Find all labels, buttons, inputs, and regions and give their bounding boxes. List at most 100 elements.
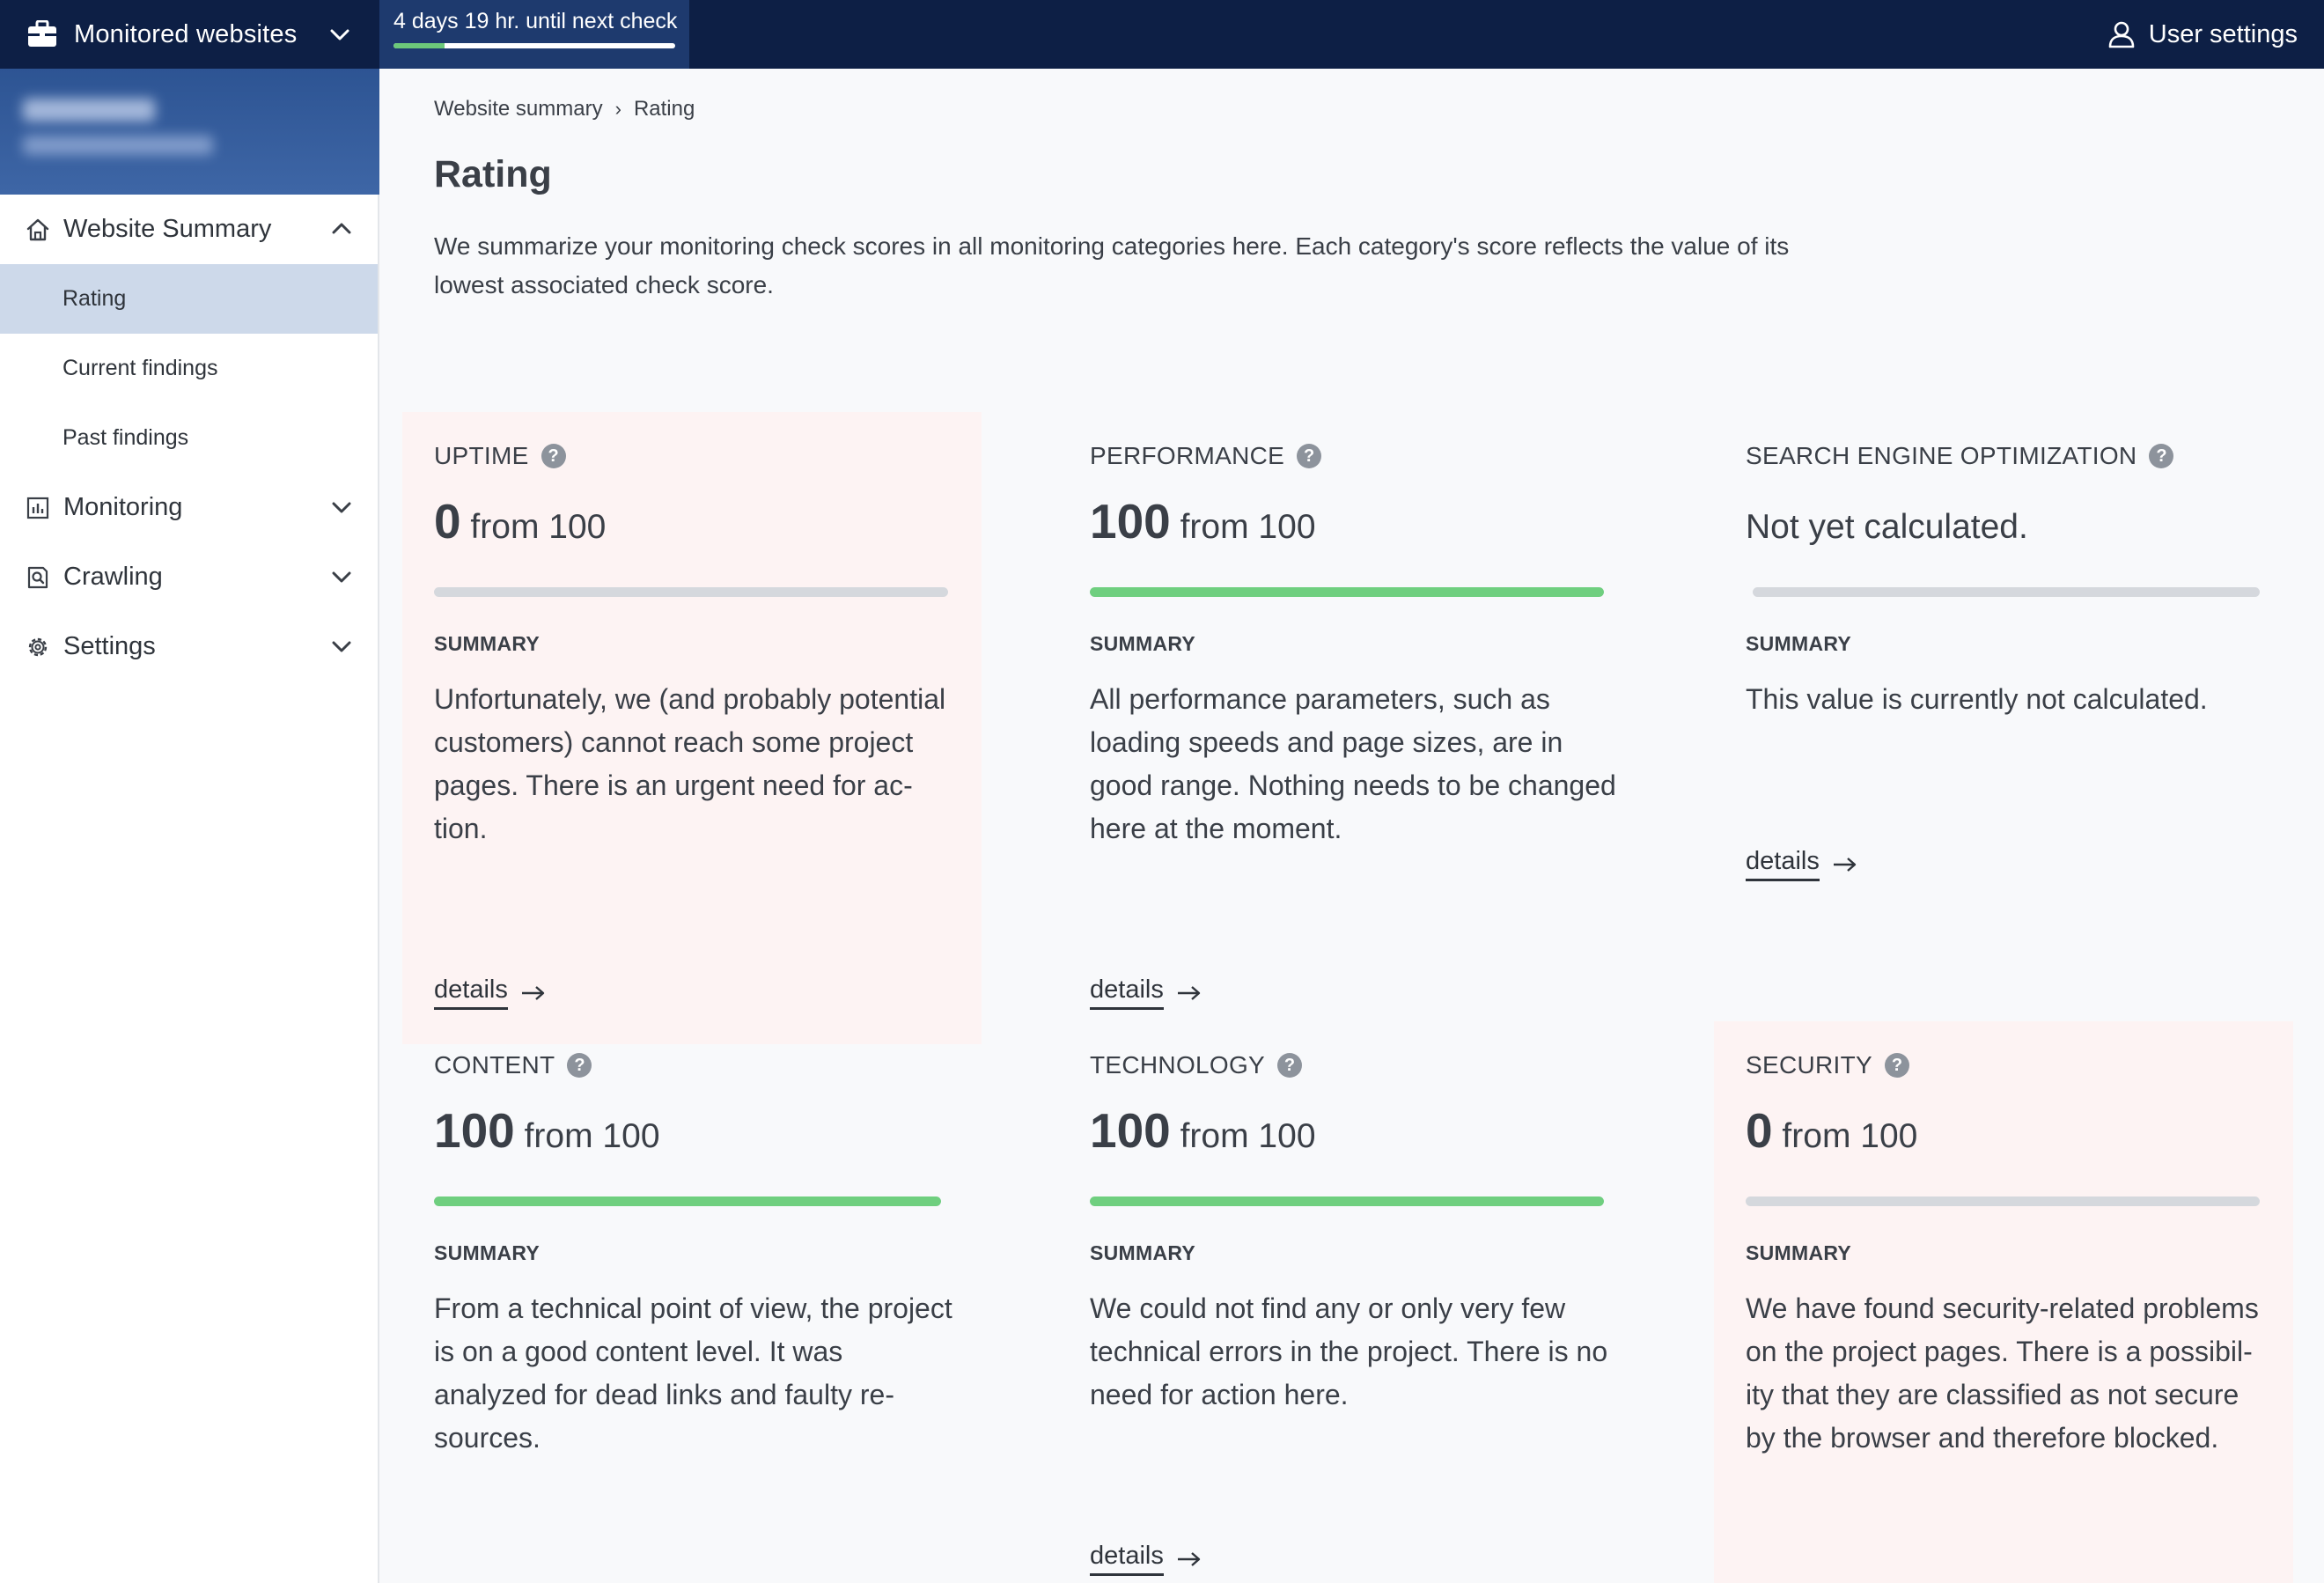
score-value: 100	[1090, 1103, 1171, 1158]
details-link[interactable]: details	[1090, 976, 1202, 1010]
website-name-redacted	[23, 99, 155, 121]
details-label: details	[1090, 1542, 1164, 1576]
sidebar-item-crawling[interactable]: Crawling	[0, 542, 378, 612]
search-page-icon	[25, 564, 51, 591]
details-label: details	[434, 976, 508, 1010]
next-check-progress-fill	[393, 43, 445, 48]
help-icon[interactable]: ?	[541, 444, 566, 468]
next-check-progress	[393, 43, 675, 48]
briefcase-icon	[26, 18, 58, 50]
score-progress-bar	[1090, 587, 1604, 597]
gear-icon	[25, 634, 51, 660]
score-progress-bar	[1746, 1196, 2260, 1206]
details-label: details	[1746, 847, 1820, 881]
website-header[interactable]	[0, 69, 379, 195]
chevron-down-icon	[332, 641, 351, 652]
sidebar-item-current-findings[interactable]: Current findings	[0, 334, 378, 403]
chart-icon	[25, 495, 51, 521]
sidebar-item-settings[interactable]: Settings	[0, 612, 378, 681]
card-title: SEARCH ENGINE OPTIMIZATION	[1746, 442, 2137, 469]
next-check-timer: 4 days 19 hr. until next check	[379, 0, 689, 69]
help-icon[interactable]: ?	[567, 1053, 592, 1078]
card-header: CONTENT ?	[434, 1051, 592, 1079]
rating-card-security: SECURITY ? 0 from 100 SUMMARY We have fo…	[1714, 1021, 2293, 1583]
score-value: 100	[1090, 494, 1171, 549]
sidebar-item-past-findings[interactable]: Past findings	[0, 403, 378, 473]
card-title: TECHNOLOGY	[1090, 1051, 1266, 1079]
app-switch-label: Monitored websites	[74, 19, 298, 48]
card-header: SEARCH ENGINE OPTIMIZATION ?	[1746, 442, 2174, 470]
score-progress-fill	[1090, 587, 1604, 597]
summary-text: We could not find any or only very few t…	[1090, 1292, 1608, 1410]
card-header: TECHNOLOGY ?	[1090, 1051, 1303, 1079]
score-suffix: from 100	[1170, 508, 1316, 546]
card-score: 100 from 100	[1090, 1102, 1316, 1159]
card-title: CONTENT	[434, 1051, 555, 1079]
score-progress-bar	[1090, 1196, 1604, 1206]
arrow-right-icon	[1177, 985, 1201, 1000]
help-icon[interactable]: ?	[1884, 1053, 1909, 1078]
card-title: PERFORMANCE	[1090, 442, 1285, 469]
sidebar: Website Summary Rating Current findings …	[0, 69, 379, 1583]
summary-label: SUMMARY	[434, 1241, 541, 1264]
next-check-text: 4 days 19 hr. until next check	[393, 9, 678, 33]
help-icon[interactable]: ?	[1277, 1053, 1303, 1078]
page-description: We summarize your monitoring check score…	[434, 232, 1790, 298]
summary-text: This value is currently not calculated.	[1746, 683, 2208, 715]
card-score: 0 from 100	[1746, 1102, 1917, 1159]
arrow-right-icon	[1833, 857, 1857, 872]
user-icon	[2108, 21, 2135, 48]
rating-card-performance: PERFORMANCE ? 100 from 100 SUMMARY All p…	[1058, 412, 1637, 1044]
user-settings-button[interactable]: User settings	[2107, 0, 2298, 69]
details-link[interactable]: details	[434, 976, 547, 1010]
website-url-redacted	[23, 136, 213, 155]
details-link[interactable]: details	[1090, 1542, 1202, 1576]
summary-label: SUMMARY	[1746, 632, 1852, 655]
card-title: UPTIME	[434, 442, 529, 469]
arrow-right-icon	[1177, 1551, 1201, 1566]
score-progress-fill	[434, 1196, 941, 1206]
score-suffix: Not yet calculated.	[1746, 508, 2028, 546]
chevron-down-icon	[332, 571, 351, 583]
score-progress-bar	[434, 1196, 941, 1206]
monitoring-label: Monitoring	[63, 493, 183, 521]
rating-card-technology: TECHNOLOGY ? 100 from 100 SUMMARY We cou…	[1058, 1021, 1637, 1583]
score-value: 0	[434, 494, 461, 549]
breadcrumb: Website summary › Rating	[434, 97, 695, 121]
chevron-down-icon	[332, 502, 351, 513]
sidebar-item-website-summary[interactable]: Website Summary	[0, 195, 378, 264]
summary-label: SUMMARY	[1090, 1241, 1196, 1264]
summary-label: SUMMARY	[434, 632, 541, 655]
score-progress-bar	[1753, 587, 2260, 597]
breadcrumb-website-summary[interactable]: Website summary	[434, 97, 603, 121]
card-header: PERFORMANCE ?	[1090, 442, 1322, 470]
score-value: 0	[1746, 1103, 1773, 1158]
rating-card-seo: SEARCH ENGINE OPTIMIZATION ? Not yet cal…	[1714, 412, 2293, 1044]
card-score: 100 from 100	[1090, 493, 1316, 549]
summary-label: SUMMARY	[1090, 632, 1196, 655]
score-progress-bar	[434, 587, 948, 597]
details-link[interactable]: details	[1746, 847, 1858, 881]
card-header: SECURITY ?	[1746, 1051, 1909, 1079]
score-progress-fill	[1090, 1196, 1604, 1206]
rating-card-uptime: UPTIME ? 0 from 100 SUMMARY Unfortunatel…	[402, 412, 982, 1044]
summary-label: SUMMARY	[1746, 1241, 1852, 1264]
score-suffix: from 100	[1170, 1117, 1316, 1155]
card-title: SECURITY	[1746, 1051, 1872, 1079]
summary-text: We have found security-related problems …	[1746, 1292, 2259, 1454]
sidebar-item-rating[interactable]: Rating	[0, 264, 378, 334]
score-value: 100	[434, 1103, 515, 1158]
main-content: Website summary › Rating Rating We summa…	[381, 69, 2324, 1583]
card-header: UPTIME ?	[434, 442, 566, 470]
monitored-websites-switcher[interactable]: Monitored websites	[0, 0, 379, 69]
home-icon	[25, 217, 51, 243]
crawling-label: Crawling	[63, 563, 163, 591]
breadcrumb-separator: ›	[614, 98, 621, 120]
card-score: Not yet calculated.	[1746, 493, 2028, 549]
help-icon[interactable]: ?	[1297, 444, 1322, 468]
breadcrumb-current: Rating	[633, 97, 695, 121]
sidebar-item-monitoring[interactable]: Monitoring	[0, 473, 378, 542]
help-icon[interactable]: ?	[2149, 444, 2174, 468]
score-suffix: from 100	[460, 508, 607, 546]
rating-card-content: CONTENT ? 100 from 100 SUMMARY From a te…	[402, 1021, 982, 1583]
